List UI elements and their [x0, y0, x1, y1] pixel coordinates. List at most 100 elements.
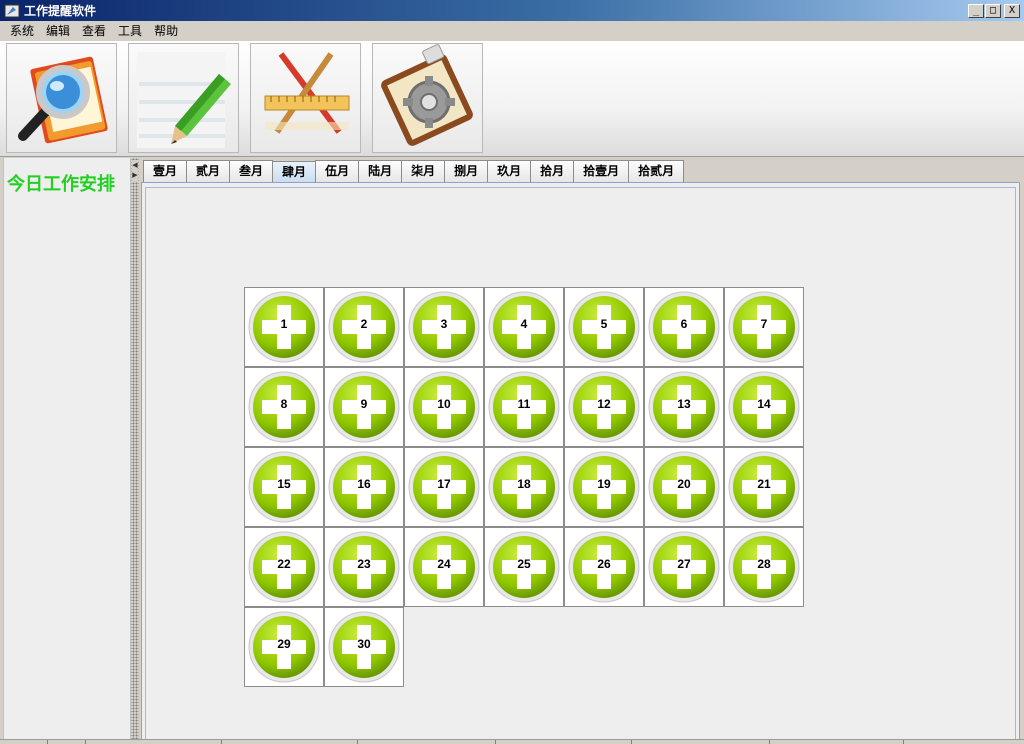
- day-number: 24: [437, 557, 451, 571]
- day-number: 11: [517, 397, 531, 411]
- day-number: 7: [760, 317, 768, 331]
- day-button[interactable]: 4: [484, 287, 564, 367]
- menu-tools[interactable]: 工具: [112, 22, 148, 41]
- day-number: 9: [360, 397, 368, 411]
- tab-month-5[interactable]: 伍月: [315, 160, 360, 182]
- collapse-left-icon[interactable]: ◀: [132, 160, 138, 170]
- tab-month-4[interactable]: 肆月: [272, 161, 317, 183]
- expand-right-icon[interactable]: ▶: [132, 170, 138, 180]
- day-number: 2: [360, 317, 368, 331]
- day-number: 29: [277, 637, 291, 651]
- day-button[interactable]: 18: [484, 447, 564, 527]
- tab-month-10[interactable]: 拾月: [530, 160, 575, 182]
- day-button[interactable]: 9: [324, 367, 404, 447]
- tab-month-8[interactable]: 捌月: [444, 160, 489, 182]
- splitter-arrows[interactable]: ◀ ▶: [132, 160, 138, 182]
- tab-month-6[interactable]: 陆月: [358, 160, 403, 182]
- day-number: 18: [517, 477, 531, 491]
- day-grid: 1 2 3 4 5 6 7 8 9 10 11 12 13 14 15 16 1…: [244, 287, 805, 687]
- day-number: 21: [757, 477, 771, 491]
- day-button[interactable]: 26: [564, 527, 644, 607]
- day-button[interactable]: 12: [564, 367, 644, 447]
- toolbar: [0, 41, 1024, 157]
- settings-gear-clipboard-icon: [381, 44, 473, 146]
- menu-view[interactable]: 查看: [76, 22, 112, 41]
- splitter[interactable]: [131, 158, 139, 744]
- day-button[interactable]: 29: [244, 607, 324, 687]
- day-button[interactable]: 24: [404, 527, 484, 607]
- edit-pencil-icon: [137, 52, 231, 148]
- today-heading: 今日工作安排: [7, 174, 115, 195]
- day-number: 25: [517, 557, 531, 571]
- app-icon: [4, 4, 20, 18]
- day-button[interactable]: 25: [484, 527, 564, 607]
- day-number: 13: [677, 397, 691, 411]
- day-number: 16: [357, 477, 371, 491]
- day-number: 30: [357, 637, 371, 651]
- day-number: 12: [597, 397, 611, 411]
- tab-month-7[interactable]: 柒月: [401, 160, 446, 182]
- day-button[interactable]: 7: [724, 287, 804, 367]
- menu-system[interactable]: 系统: [4, 22, 40, 41]
- tab-month-12[interactable]: 拾贰月: [628, 160, 685, 182]
- month-tabs: 壹月 贰月 叁月 肆月 伍月 陆月 柒月 捌月 玖月 拾月 拾壹月 拾贰月: [143, 160, 685, 183]
- edit-button[interactable]: [128, 43, 239, 153]
- day-number: 10: [437, 397, 451, 411]
- tab-month-3[interactable]: 叁月: [229, 160, 274, 182]
- day-number: 23: [357, 557, 371, 571]
- day-button[interactable]: 1: [244, 287, 324, 367]
- day-number: 22: [277, 557, 291, 571]
- day-number: 14: [757, 397, 771, 411]
- tab-month-1[interactable]: 壹月: [143, 160, 188, 182]
- day-button[interactable]: 21: [724, 447, 804, 527]
- left-panel: 今日工作安排: [3, 158, 131, 744]
- settings-button[interactable]: [372, 43, 483, 153]
- day-button[interactable]: 6: [644, 287, 724, 367]
- title-bar: 工作提醒软件 _ □ X: [0, 0, 1024, 22]
- search-button[interactable]: [6, 43, 117, 153]
- tab-month-2[interactable]: 贰月: [186, 160, 231, 182]
- day-number: 6: [680, 317, 688, 331]
- search-folder-icon: [18, 56, 108, 144]
- maximize-button[interactable]: □: [985, 4, 1001, 18]
- day-button[interactable]: 22: [244, 527, 324, 607]
- close-button[interactable]: X: [1004, 4, 1020, 18]
- day-button[interactable]: 5: [564, 287, 644, 367]
- day-button[interactable]: 10: [404, 367, 484, 447]
- day-button[interactable]: 19: [564, 447, 644, 527]
- window-title: 工作提醒软件: [24, 4, 97, 18]
- day-number: 27: [677, 557, 691, 571]
- day-button[interactable]: 16: [324, 447, 404, 527]
- day-number: 8: [280, 397, 288, 411]
- menu-bar: 系统 编辑 查看 工具 帮助: [0, 22, 1024, 41]
- tab-month-9[interactable]: 玖月: [487, 160, 532, 182]
- day-button[interactable]: 13: [644, 367, 724, 447]
- status-bar: [0, 739, 1024, 744]
- day-number: 3: [440, 317, 448, 331]
- day-button[interactable]: 20: [644, 447, 724, 527]
- menu-edit[interactable]: 编辑: [40, 22, 76, 41]
- day-button[interactable]: 23: [324, 527, 404, 607]
- day-button[interactable]: 11: [484, 367, 564, 447]
- day-number: 1: [280, 317, 288, 331]
- day-number: 5: [600, 317, 608, 331]
- minimize-button[interactable]: _: [968, 4, 984, 18]
- tools-button[interactable]: [250, 43, 361, 153]
- day-button[interactable]: 28: [724, 527, 804, 607]
- day-button[interactable]: 17: [404, 447, 484, 527]
- day-number: 28: [757, 557, 771, 571]
- day-button[interactable]: 27: [644, 527, 724, 607]
- day-number: 4: [520, 317, 528, 331]
- day-button[interactable]: 15: [244, 447, 324, 527]
- tools-ruler-pencil-icon: [264, 52, 350, 134]
- menu-help[interactable]: 帮助: [148, 22, 184, 41]
- day-button[interactable]: 30: [324, 607, 404, 687]
- day-button[interactable]: 2: [324, 287, 404, 367]
- day-button[interactable]: 14: [724, 367, 804, 447]
- day-button[interactable]: 8: [244, 367, 324, 447]
- day-button[interactable]: 3: [404, 287, 484, 367]
- day-number: 20: [677, 477, 691, 491]
- tab-month-11[interactable]: 拾壹月: [573, 160, 630, 182]
- day-number: 19: [597, 477, 611, 491]
- day-number: 26: [597, 557, 611, 571]
